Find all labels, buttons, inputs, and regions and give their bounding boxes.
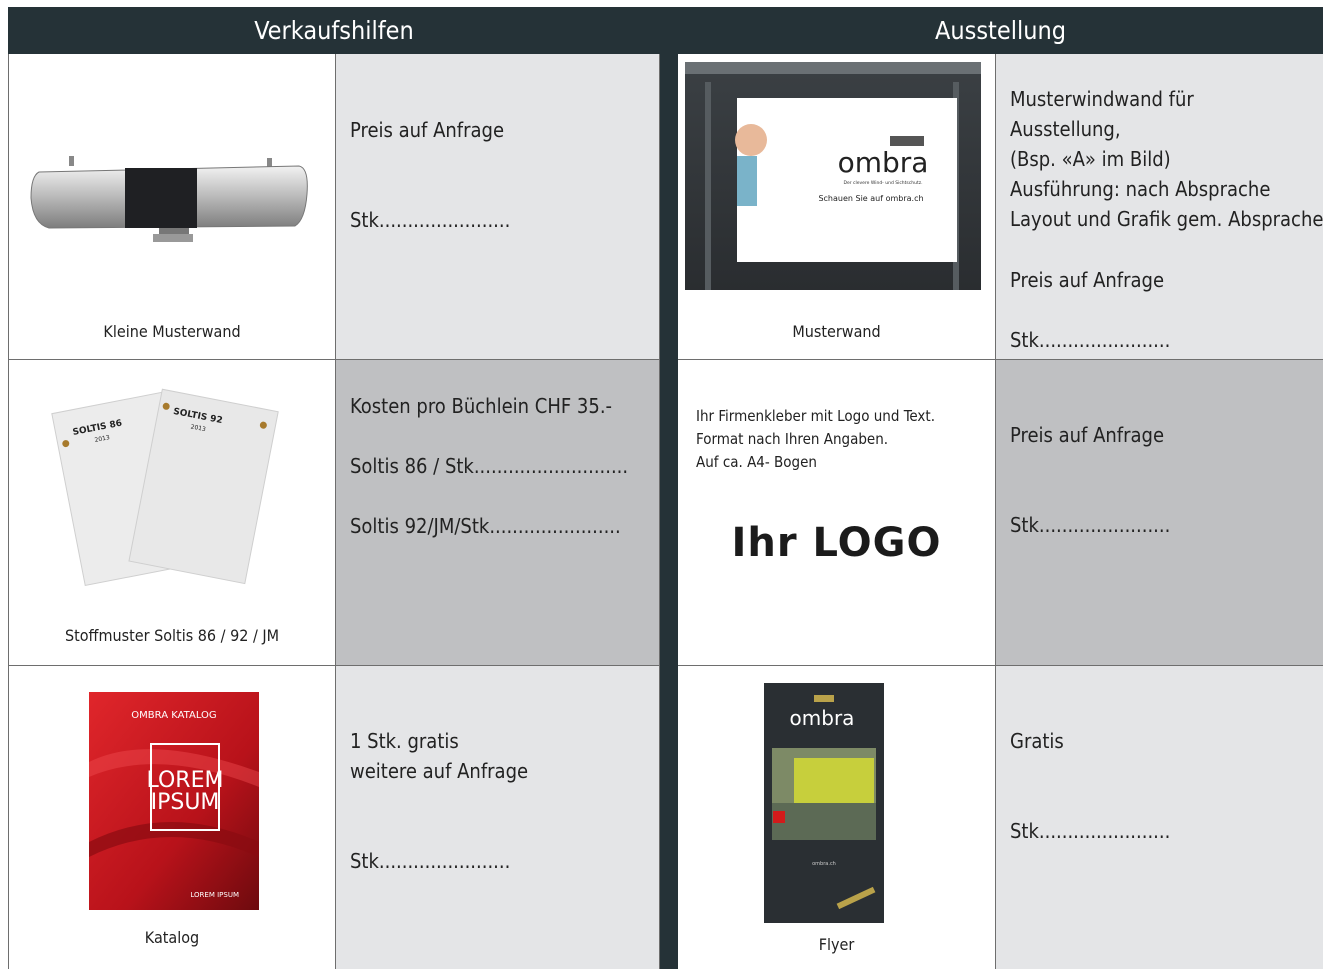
catalog-more-on-request-label: weitere auf Anfrage — [350, 759, 529, 783]
price-on-request-label: Preis auf Anfrage — [350, 118, 505, 142]
catalog-main-word-2: IPSUM — [151, 790, 220, 815]
flyer-caption: Flyer — [818, 935, 855, 954]
flyer-info-cell: Gratis Stk....................... — [996, 666, 1323, 969]
katalog-caption: Katalog — [144, 928, 200, 947]
stoffmuster-image: SOLTIS 86 2013 SOLTIS 92 2013 — [51, 388, 279, 587]
musterwand-image: ombra Der clevere Wind- und Sichtschutz.… — [685, 62, 981, 290]
catalog-free-label: 1 Stk. gratis — [350, 729, 459, 753]
stoffmuster-image-cell: SOLTIS 86 2013 SOLTIS 92 2013 Stoffmuste… — [8, 360, 336, 666]
soltis-92-quantity-field[interactable]: Soltis 92/JM/Stk....................... — [343, 511, 621, 541]
kleine-musterwand-image — [30, 156, 308, 242]
musterwand-desc-3: (Bsp. «A» im Bild) — [1010, 147, 1171, 171]
musterwand-brand-sub: Der clevere Wind- und Sichtschutz. — [843, 180, 922, 186]
kleine-musterwand-caption: Kleine Musterwand — [103, 322, 241, 341]
flyer-url: ombra.ch — [812, 861, 836, 867]
musterwand-image-cell: ombra Der clevere Wind- und Sichtschutz.… — [678, 54, 996, 360]
cost-per-booklet-label: Kosten pro Büchlein CHF 35.- — [350, 394, 613, 418]
firmenkleber-info-cell: Preis auf Anfrage Stk...................… — [996, 360, 1323, 666]
musterwand-desc-2: Ausstellung, — [1010, 117, 1121, 141]
catalog-quantity-field[interactable]: Stk....................... — [343, 846, 510, 876]
placeholder-logo: Ihr LOGO — [731, 520, 942, 566]
musterwand-brand-url: Schauen Sie auf ombra.ch — [818, 194, 923, 203]
flyer-image-cell: ombra ombra.ch Flyer — [678, 666, 996, 969]
firmenkleber-line-3: Auf ca. A4- Bogen — [696, 453, 817, 471]
header-verkaufshilfen: Verkaufshilfen — [8, 7, 660, 54]
header-ausstellung: Ausstellung — [678, 7, 1323, 54]
firmenkleber-cell: Ihr Firmenkleber mit Logo und Text. Form… — [678, 360, 996, 666]
soltis-86-quantity-field[interactable]: Soltis 86 / Stk.........................… — [343, 451, 628, 481]
firmenkleber-line-1: Ihr Firmenkleber mit Logo und Text. — [696, 407, 935, 425]
kleine-musterwand-info-cell: Preis auf Anfrage Stk...................… — [336, 54, 660, 360]
musterwand-info-cell: Musterwindwand für Ausstellung, (Bsp. «A… — [996, 54, 1323, 360]
column-divider — [660, 7, 678, 969]
musterwand-desc-1: Musterwindwand für — [1010, 87, 1194, 111]
flyer-brand: ombra — [790, 706, 855, 730]
catalog-footer: LOREM IPSUM — [190, 891, 239, 899]
flyer-quantity-field[interactable]: Stk....................... — [1003, 816, 1170, 846]
firmenkleber-price-label: Preis auf Anfrage — [1010, 423, 1165, 447]
firmenkleber-line-2: Format nach Ihren Angaben. — [696, 430, 889, 448]
katalog-image: OMBRA KATALOG LOREM IPSUM LOREM IPSUM — [89, 692, 259, 910]
katalog-image-cell: OMBRA KATALOG LOREM IPSUM LOREM IPSUM Ka… — [8, 666, 336, 969]
musterwand-brand: ombra — [838, 146, 929, 179]
flyer-image: ombra ombra.ch — [764, 683, 884, 923]
quantity-field[interactable]: Stk....................... — [343, 205, 510, 235]
musterwand-caption: Musterwand — [792, 322, 881, 341]
musterwand-quantity-field[interactable]: Stk....................... — [1003, 325, 1170, 355]
musterwand-desc-4: Ausführung: nach Absprache — [1010, 177, 1271, 201]
stoffmuster-info-cell: Kosten pro Büchlein CHF 35.- Soltis 86 /… — [336, 360, 660, 666]
musterwand-desc-5: Layout und Grafik gem. Absprache — [1010, 207, 1323, 231]
catalog-title: OMBRA KATALOG — [131, 710, 216, 721]
firmenkleber-quantity-field[interactable]: Stk....................... — [1003, 510, 1170, 540]
kleine-musterwand-image-cell: Kleine Musterwand — [8, 54, 336, 360]
musterwand-price-label: Preis auf Anfrage — [1010, 268, 1165, 292]
stoffmuster-caption: Stoffmuster Soltis 86 / 92 / JM — [64, 626, 280, 645]
firmenkleber-description: Ihr Firmenkleber mit Logo und Text. Form… — [696, 405, 935, 474]
flyer-free-label: Gratis — [1010, 729, 1064, 753]
katalog-info-cell: 1 Stk. gratis weitere auf Anfrage Stk...… — [336, 666, 660, 969]
